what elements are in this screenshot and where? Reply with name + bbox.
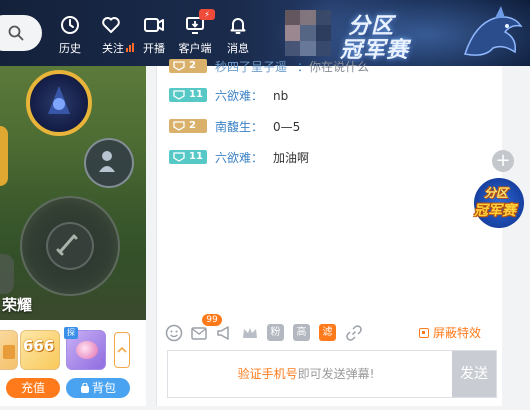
right-sidebar — [502, 66, 530, 410]
heart-icon — [102, 17, 120, 33]
nav-client-label: 客户端 — [178, 42, 212, 55]
top-header: 历史 关注 开播 客户端 ⚡ 消息 分区 冠军赛 — [0, 0, 530, 66]
planet-icon — [76, 341, 98, 359]
gift-panel: 666 探 充值 背包 — [0, 320, 146, 406]
chat-text: 加油啊 — [273, 151, 310, 165]
user-level-badge: 11 — [169, 88, 207, 102]
send-button[interactable]: 发送 — [452, 351, 496, 397]
joystick-inner-ring — [46, 222, 94, 270]
nav-follow-label: 关注 — [102, 42, 124, 55]
chat-message: 2 秒四了呈子遥 ：你在说什么 — [169, 58, 369, 76]
gift-item-planet[interactable]: 探 — [64, 327, 106, 370]
gift-icon — [3, 345, 15, 359]
shield-icon — [173, 121, 185, 131]
user-level-badge: 2 — [169, 119, 207, 133]
chat-toolbar: 99 粉 高 滤 屏蔽特效 — [157, 314, 502, 346]
gift-item-666[interactable]: 666 — [20, 330, 60, 370]
backpack-button[interactable]: 背包 — [66, 378, 130, 398]
fan-badge-button[interactable]: 粉 — [267, 324, 284, 341]
filter-button[interactable]: 滤 — [319, 324, 336, 341]
block-effects-toggle[interactable]: 屏蔽特效 — [419, 324, 481, 342]
chat-username[interactable]: 南馥生： — [215, 120, 263, 134]
bag-icon — [80, 383, 89, 393]
gift-item-partial[interactable] — [0, 330, 18, 370]
hero-skill-button — [26, 70, 92, 136]
chat-message: 11 六欲难： 加油啊 — [169, 149, 309, 167]
nav-messages[interactable]: 消息 — [224, 14, 252, 58]
chat-message: 2 南馥生： 0—5 — [169, 118, 300, 136]
chat-text: 你在说什么 — [309, 60, 370, 74]
nav-follow[interactable]: 关注 — [98, 14, 138, 58]
block-effects-label: 屏蔽特效 — [433, 326, 482, 340]
chat-username[interactable]: 秒四了呈子遥 — [215, 60, 287, 74]
envelope-icon[interactable] — [190, 324, 208, 342]
gift-666-text: 666 — [23, 337, 55, 355]
live-video-area[interactable] — [0, 66, 146, 320]
chevron-up-icon — [117, 346, 127, 353]
crown-icon[interactable] — [241, 324, 259, 342]
clock-icon — [61, 16, 79, 34]
sword-icon — [56, 234, 78, 256]
side-control-partial — [0, 254, 14, 294]
lightning-icon: ⚡ — [199, 9, 215, 20]
user-level-badge: 2 — [169, 59, 207, 73]
secondary-skill-button — [84, 138, 134, 188]
shield-icon — [173, 61, 185, 71]
nav-go-live[interactable]: 开播 — [140, 14, 168, 58]
dragon-mascot-icon — [464, 6, 523, 56]
bell-icon — [230, 18, 246, 34]
shield-icon — [173, 90, 185, 100]
chat-text: nb — [273, 89, 289, 103]
search-icon[interactable] — [8, 25, 24, 41]
event-promo-badge[interactable]: 分区 冠军赛 — [470, 178, 530, 230]
checkbox-icon — [419, 328, 429, 338]
danmaku-input[interactable]: 验证手机号即可发送弹幕! 发送 — [167, 350, 497, 398]
emoji-icon[interactable] — [165, 324, 183, 342]
nav-messages-label: 消息 — [227, 42, 249, 55]
plus-icon[interactable]: + — [492, 150, 514, 172]
search-box[interactable] — [0, 15, 42, 51]
high-energy-button[interactable]: 高 — [293, 324, 310, 341]
gift-expand-button[interactable] — [114, 332, 130, 368]
backpack-label: 背包 — [91, 381, 116, 395]
verify-phone-link[interactable]: 验证手机号 — [238, 367, 298, 381]
user-level-badge: 11 — [169, 150, 207, 164]
nav-history-label: 历史 — [59, 42, 81, 55]
chat-message: 11 六欲难： nb — [169, 87, 288, 105]
gift-explore-tag: 探 — [64, 327, 78, 339]
promo-line2: 冠军赛 — [474, 203, 516, 219]
user-avatar[interactable] — [285, 10, 331, 56]
chat-username[interactable]: 六欲难： — [215, 89, 263, 103]
hero-skill-icon — [48, 86, 70, 114]
panel-gutter — [146, 66, 156, 410]
input-hint[interactable]: 验证手机号即可发送弹幕! — [168, 351, 444, 397]
signal-bars-icon — [126, 43, 134, 52]
nav-client[interactable]: 客户端 — [176, 14, 214, 58]
input-hint-text: 即可发送弹幕! — [297, 367, 375, 381]
link-icon[interactable] — [345, 324, 363, 342]
event-banner-logo[interactable]: 分区 冠军赛 — [340, 6, 460, 63]
chat-username[interactable]: 六欲难： — [215, 151, 263, 165]
skill-figure-icon — [99, 151, 115, 172]
chat-text: 0—5 — [273, 120, 301, 134]
recharge-button[interactable]: 充值 — [6, 378, 60, 398]
promo-line1: 分区 — [484, 186, 509, 200]
shield-icon — [173, 152, 185, 162]
nav-history[interactable]: 历史 — [56, 14, 84, 58]
skill-button-partial — [0, 126, 8, 186]
camera-icon — [144, 18, 164, 32]
stream-title-fragment: 荣耀 — [2, 296, 33, 314]
chat-panel: 2 秒四了呈子遥 ：你在说什么 11 六欲难： nb 2 南馥生： 0—5 11 六欲… — [156, 59, 503, 406]
megaphone-icon[interactable] — [215, 324, 233, 342]
nav-go-live-label: 开播 — [143, 42, 165, 55]
